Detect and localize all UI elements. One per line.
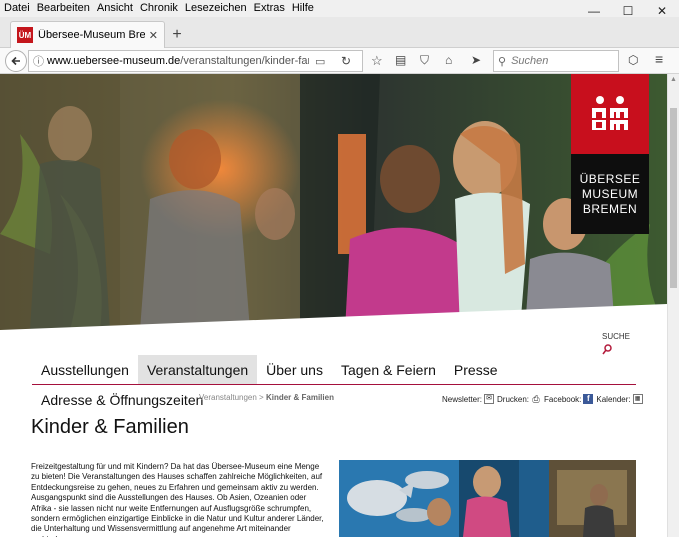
menu-ansicht[interactable]: Ansicht xyxy=(93,0,136,17)
nav-veranstaltungen[interactable]: Veranstaltungen xyxy=(137,355,258,384)
share-bar: Newsletter: ✉ Drucken: ⎙ Facebook: f Kal… xyxy=(442,394,646,404)
url-domain: www.uebersee-museum.de xyxy=(47,55,181,67)
info-icon[interactable]: ⓘ xyxy=(33,53,47,69)
page-scrollbar[interactable]: ▲ xyxy=(667,74,679,537)
site-search-icon[interactable] xyxy=(602,344,612,355)
print-label: Drucken: xyxy=(497,394,530,404)
navigation-bar: ⓘ www.uebersee-museum.de/veranstaltungen… xyxy=(0,48,679,74)
museum-logo-mark[interactable] xyxy=(571,74,649,154)
home-icon[interactable]: ⌂ xyxy=(445,53,452,67)
browser-tab[interactable]: ÜM Übersee-Museum Bremen... ✕ xyxy=(10,21,165,48)
menu-chronik[interactable]: Chronik xyxy=(136,0,181,17)
url-text[interactable]: www.uebersee-museum.de/veranstaltungen/k… xyxy=(47,55,309,67)
menu-lesezeichen[interactable]: Lesezeichen xyxy=(181,0,250,17)
favicon-icon: ÜM xyxy=(17,27,33,43)
page-title: Kinder & Familien xyxy=(31,416,189,438)
send-icon[interactable]: ➤ xyxy=(471,53,481,67)
tab-close-icon[interactable]: ✕ xyxy=(149,29,158,42)
intro-paragraph: Freizeitgestaltung für und mit Kindern? … xyxy=(31,462,324,537)
reader-view-icon[interactable]: ▭ xyxy=(315,55,325,68)
facebook-icon[interactable]: f xyxy=(583,394,594,404)
newsletter-label: Newsletter: xyxy=(442,394,483,404)
search-box[interactable]: ⚲ Suchen xyxy=(493,50,619,72)
address-bar[interactable]: ⓘ www.uebersee-museum.de/veranstaltungen… xyxy=(28,50,363,72)
breadcrumb-parent[interactable]: Veranstaltungen xyxy=(199,393,257,402)
hero-image xyxy=(0,74,667,330)
extension-icon[interactable]: ⬡ xyxy=(628,53,638,67)
nav-ueber-uns[interactable]: Über uns xyxy=(257,355,332,384)
logo-line-2: MUSEUM xyxy=(581,186,639,201)
nav-presse[interactable]: Presse xyxy=(445,355,507,384)
nav-ausstellungen[interactable]: Ausstellungen xyxy=(32,355,138,384)
content-photo-illustration xyxy=(339,460,636,537)
arrow-left-icon xyxy=(11,56,20,66)
facebook-label: Facebook: xyxy=(544,394,582,404)
nav-tagen-feiern[interactable]: Tagen & Feiern xyxy=(332,355,445,384)
tab-title: Übersee-Museum Bremen... xyxy=(38,29,145,41)
scroll-up-arrow-icon[interactable]: ▲ xyxy=(668,76,679,88)
new-tab-button[interactable]: + xyxy=(168,26,186,44)
nav-adresse-oeffnungszeiten[interactable]: Adresse & Öffnungszeiten xyxy=(41,392,203,408)
breadcrumb-separator: > xyxy=(256,393,266,402)
content-photo xyxy=(339,460,636,537)
logo-line-3: BREMEN xyxy=(582,201,638,216)
breadcrumb-current: Kinder & Familien xyxy=(265,393,334,402)
printer-icon[interactable]: ⎙ xyxy=(531,394,541,404)
menu-hilfe[interactable]: Hilfe xyxy=(288,0,317,17)
museum-logo-text[interactable]: ÜBERSEE MUSEUM BREMEN xyxy=(571,154,649,234)
logo-line-1: ÜBERSEE xyxy=(579,171,641,186)
hero-diagonal-edge xyxy=(0,304,667,330)
library-icon[interactable]: ▤ xyxy=(395,53,406,67)
bookmark-star-icon[interactable]: ☆ xyxy=(371,53,383,69)
calendar-icon[interactable]: ▦ xyxy=(632,394,643,404)
breadcrumb: Veranstaltungen > Kinder & Familien xyxy=(199,393,334,402)
back-button[interactable] xyxy=(5,50,27,72)
reload-icon[interactable]: ↻ xyxy=(341,54,351,68)
tab-bar: ÜM Übersee-Museum Bremen... ✕ + xyxy=(0,17,679,48)
search-icon: ⚲ xyxy=(498,55,507,68)
menu-extras[interactable]: Extras xyxy=(250,0,288,17)
hamburger-menu-icon[interactable]: ≡ xyxy=(655,51,663,67)
mail-icon[interactable]: ✉ xyxy=(484,394,495,404)
url-path: /veranstaltungen/kinder-famili xyxy=(180,55,309,67)
pocket-icon[interactable]: ⛉ xyxy=(420,53,429,68)
um-logo-icon xyxy=(592,96,628,130)
scroll-thumb[interactable] xyxy=(670,108,677,288)
search-placeholder: Suchen xyxy=(511,55,549,67)
site-search-label[interactable]: SUCHE xyxy=(602,332,630,341)
menu-bearbeiten[interactable]: Bearbeiten xyxy=(33,0,93,17)
main-navigation: Ausstellungen Veranstaltungen Über uns T… xyxy=(32,355,636,385)
calendar-label: Kalender: xyxy=(596,394,631,404)
menu-datei[interactable]: Datei xyxy=(0,0,33,17)
